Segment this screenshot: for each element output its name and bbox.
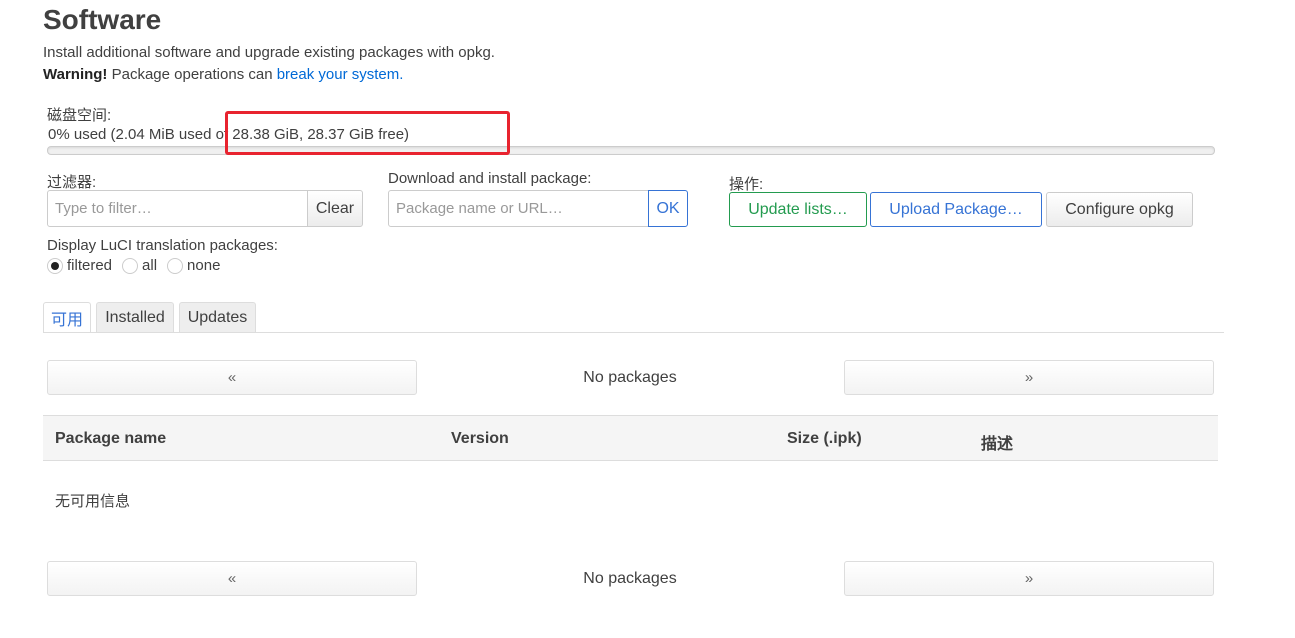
update-lists-button[interactable]: Update lists… — [729, 192, 867, 227]
upload-package-button[interactable]: Upload Package… — [870, 192, 1042, 227]
disk-usage-bar — [47, 146, 1215, 155]
page-description: Install additional software and upgrade … — [43, 44, 495, 61]
column-package-name: Package name — [55, 430, 167, 447]
warning-label: Warning! — [43, 66, 108, 83]
translation-label: Display LuCI translation packages: — [47, 237, 278, 254]
pager-next-button-top[interactable]: » — [844, 360, 1214, 395]
translation-radio-group: filtered all none — [47, 257, 230, 274]
tab-available[interactable]: 可用 — [43, 302, 91, 333]
filter-label: 过滤器: — [47, 174, 97, 191]
tab-updates[interactable]: Updates — [179, 302, 256, 333]
pager-status-top: No packages — [583, 369, 677, 386]
radio-all[interactable]: all — [122, 257, 157, 274]
download-label: Download and install package: — [388, 170, 592, 187]
packages-table-header — [43, 415, 1218, 461]
clear-filter-button[interactable]: Clear — [307, 190, 363, 227]
column-version: Version — [451, 430, 509, 447]
radio-none[interactable]: none — [167, 257, 220, 274]
pager-status-bottom: No packages — [583, 570, 677, 587]
radio-filtered-label: filtered — [67, 257, 113, 274]
pager-prev-button-top[interactable]: « — [47, 360, 417, 395]
table-empty-message: 无可用信息 — [55, 493, 131, 510]
configure-opkg-button[interactable]: Configure opkg — [1046, 192, 1193, 227]
column-size: Size (.ipk) — [787, 430, 862, 447]
column-description: 描述 — [981, 436, 1014, 453]
filter-input[interactable] — [47, 190, 308, 227]
install-ok-button[interactable]: OK — [648, 190, 688, 227]
radio-filtered-dot[interactable] — [47, 257, 63, 274]
radio-all-dot[interactable] — [122, 257, 139, 274]
warning-text: Package operations can — [107, 66, 277, 83]
warning-message: Warning! Package operations can break yo… — [43, 64, 403, 86]
page-title: Software — [43, 4, 162, 35]
radio-all-label: all — [142, 257, 158, 274]
break-system-link[interactable]: break your system. — [277, 66, 404, 83]
actions-label: 操作: — [729, 176, 764, 193]
pager-prev-button-bottom[interactable]: « — [47, 561, 417, 596]
package-url-input[interactable] — [388, 190, 649, 227]
tabs-divider — [43, 332, 1224, 333]
highlight-annotation-box — [225, 111, 510, 155]
pager-next-button-bottom[interactable]: » — [844, 561, 1214, 596]
tab-installed[interactable]: Installed — [96, 302, 174, 333]
radio-none-label: none — [187, 257, 221, 274]
radio-filtered[interactable]: filtered — [47, 257, 112, 274]
radio-none-dot[interactable] — [167, 257, 184, 274]
disk-space-label: 磁盘空间: — [47, 107, 112, 124]
